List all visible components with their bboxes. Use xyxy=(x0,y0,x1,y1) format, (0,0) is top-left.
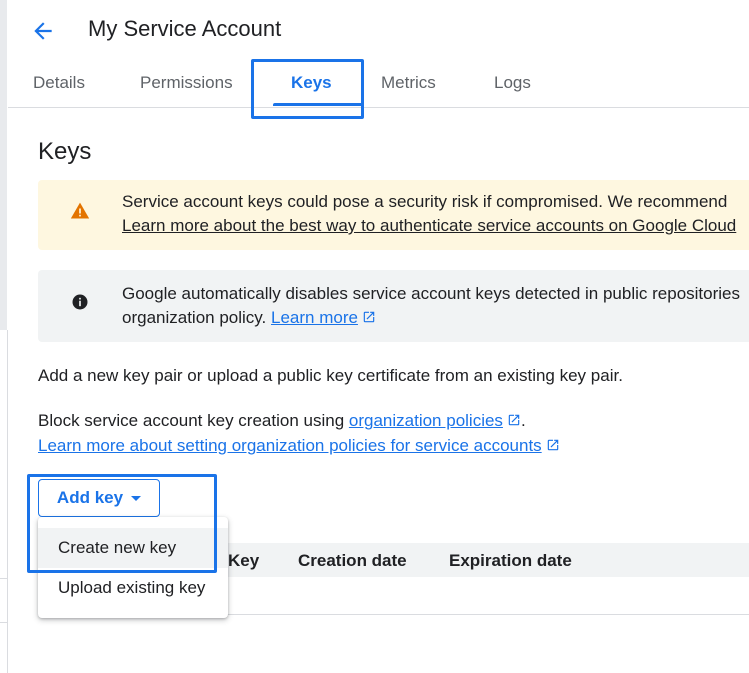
back-arrow-icon[interactable] xyxy=(30,18,56,44)
tab-keys[interactable]: Keys xyxy=(291,73,332,93)
tab-logs[interactable]: Logs xyxy=(494,73,531,93)
column-creation-date: Creation date xyxy=(298,551,407,570)
dropdown-caret-icon xyxy=(131,495,142,501)
tab-permissions[interactable]: Permissions xyxy=(140,73,233,93)
organization-policies-link[interactable]: organization policies xyxy=(349,411,503,430)
tab-details[interactable]: Details xyxy=(33,73,85,93)
info-text: Google automatically disables service ac… xyxy=(122,282,740,330)
policy-suffix: . xyxy=(520,411,526,430)
menu-item-upload-existing-key[interactable]: Upload existing key xyxy=(38,568,228,608)
add-key-label: Add key xyxy=(56,488,124,507)
add-key-menu: Create new key Upload existing key xyxy=(38,517,228,618)
warning-icon xyxy=(70,202,90,219)
warning-banner: Service account keys could pose a securi… xyxy=(38,180,749,250)
warning-text: Service account keys could pose a securi… xyxy=(122,190,736,238)
policy-learn-more-line: Learn more about setting organization po… xyxy=(38,436,560,456)
info-message-cont: organization policy. xyxy=(122,308,267,327)
add-key-button[interactable]: Add key xyxy=(38,479,160,517)
external-link-icon xyxy=(547,439,558,451)
column-key: Key xyxy=(228,551,260,570)
active-tab-indicator xyxy=(273,103,364,106)
column-expiration-date: Expiration date xyxy=(449,551,572,570)
keys-description: Add a new key pair or upload a public ke… xyxy=(38,366,623,385)
learn-more-link[interactable]: Learn more xyxy=(271,308,358,327)
section-title: Keys xyxy=(38,138,92,165)
left-panel-divider xyxy=(7,330,8,673)
warning-message: Service account keys could pose a securi… xyxy=(122,192,728,211)
tab-bar: Details Permissions Keys Metrics Logs xyxy=(8,60,749,108)
info-icon xyxy=(72,294,88,310)
left-panel-divider xyxy=(0,622,7,623)
left-panel-edge xyxy=(0,0,7,330)
external-link-icon xyxy=(508,414,520,426)
menu-item-create-new-key[interactable]: Create new key xyxy=(38,528,228,568)
authenticate-learn-more-link[interactable]: Learn more about the best way to authent… xyxy=(122,214,736,238)
external-link-icon xyxy=(363,311,375,323)
info-banner: Google automatically disables service ac… xyxy=(38,270,749,342)
left-panel-divider xyxy=(0,578,7,579)
tab-metrics[interactable]: Metrics xyxy=(381,73,436,93)
page-title: My Service Account xyxy=(88,16,282,41)
policy-line: Block service account key creation using… xyxy=(38,411,526,431)
info-message: Google automatically disables service ac… xyxy=(122,284,740,303)
policy-learn-more-link[interactable]: Learn more about setting organization po… xyxy=(38,436,542,455)
policy-prefix: Block service account key creation using xyxy=(38,411,345,430)
